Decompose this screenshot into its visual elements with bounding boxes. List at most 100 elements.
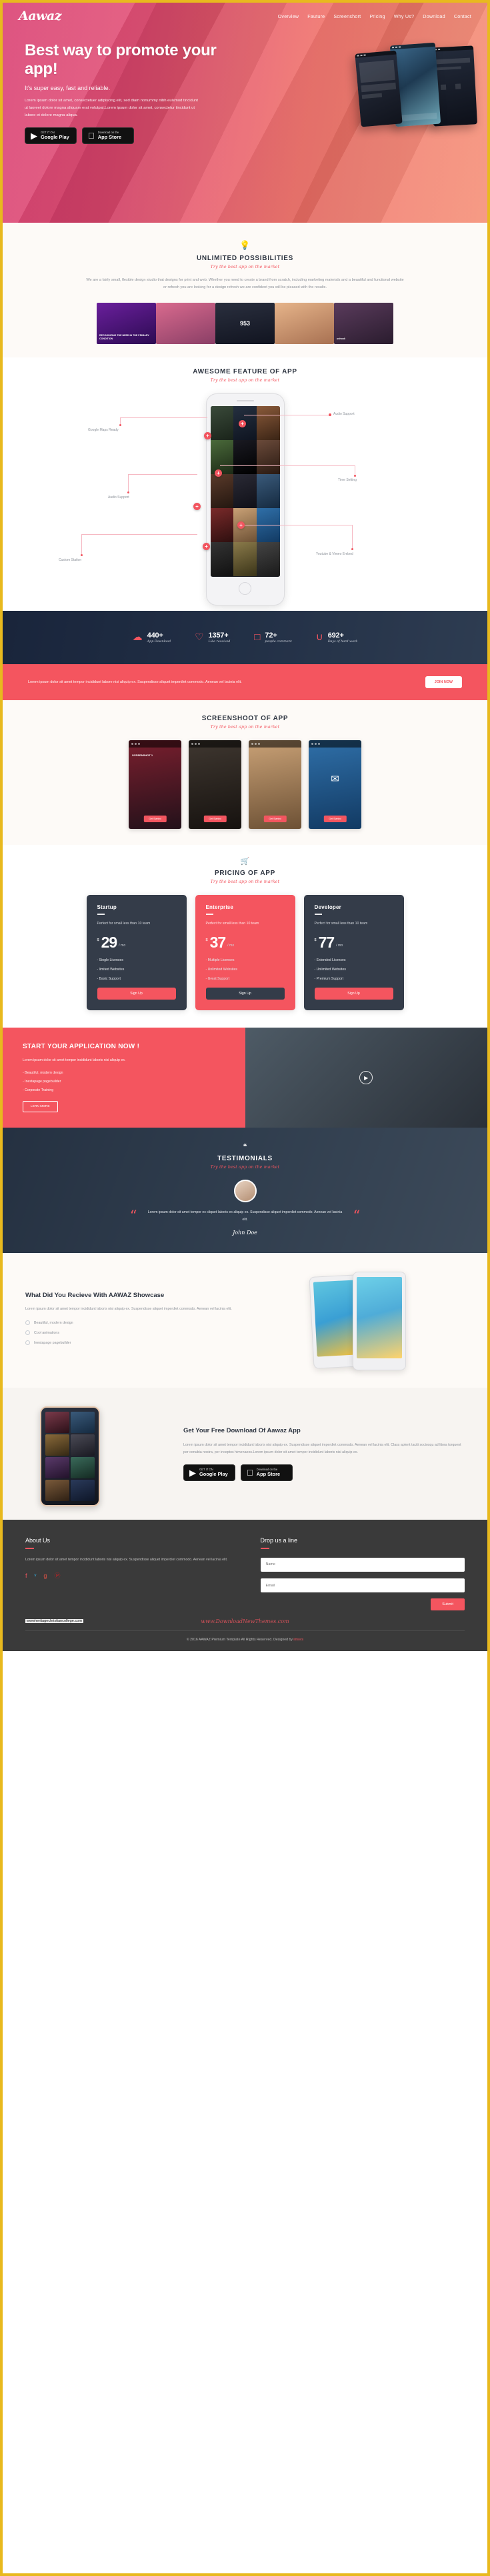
plan-feature-1-3: - Basic Support <box>97 977 121 982</box>
free-download-store-buttons: ▶ GET IT ON Google Play  Download on th… <box>183 1464 465 1482</box>
counter-value-2: 1357+ <box>208 631 229 639</box>
nav-item-download[interactable]: Download <box>423 13 445 19</box>
plan-feature-3-2: - Unlimited Websites <box>314 968 346 972</box>
site-footer: About Us Lorem ipsum dolor sit amet temp… <box>3 1520 487 1652</box>
screenshot-item-1[interactable]: SCREENSHOT 1 Get Started <box>129 740 181 829</box>
pricing-subtitle: Try the best app on the market <box>210 879 280 884</box>
free-download-section: Get Your Free Download Of Aawaz App Lore… <box>3 1388 487 1520</box>
footer-columns: About Us Lorem ipsum dolor sit amet temp… <box>25 1537 465 1611</box>
start-feature-2: - Inestapage pagebuilder <box>23 1079 61 1084</box>
site-url-overlay: wwwheritagechristiancollege.com <box>25 1619 84 1624</box>
heart-icon: ♡ <box>195 631 204 643</box>
app-store-big-label: App Store <box>91 134 121 141</box>
counter-value-1: 440+ <box>147 631 163 639</box>
signup-button-startup[interactable]: Sign Up <box>97 988 176 1000</box>
plan-amount-3: 77 <box>318 933 335 951</box>
counter-label-2: Like received <box>208 639 231 643</box>
testimonial-author: John Doe <box>233 1230 257 1236</box>
plan-period-2: / mo <box>227 944 235 948</box>
email-field[interactable] <box>260 1578 465 1593</box>
play-icon[interactable]: ▶ <box>359 1071 373 1085</box>
free-google-play-button[interactable]: ▶ GET IT ON Google Play <box>183 1464 235 1482</box>
designer-link[interactable]: iimovs <box>293 1638 303 1642</box>
footer-contact-column: Drop us a line Submit <box>260 1537 465 1611</box>
feature-label-time-setting: Time Setting <box>338 477 357 482</box>
feature-marker-2[interactable]: + <box>239 419 246 427</box>
testimonial-quote: Lorem ipsum dolor sit amet tempor ex cli… <box>147 1210 343 1222</box>
screenshot-button-4[interactable]: Get Started <box>323 815 347 822</box>
plan-desc-enterprise: Perfect for small less than 10 team <box>205 921 259 926</box>
receive-feature-label-2: Cool animations <box>34 1330 59 1335</box>
screenshot-button-3[interactable]: Get Started <box>263 815 287 822</box>
free-app-store-button[interactable]:  Download on the App Store <box>241 1464 293 1482</box>
plan-rule-1 <box>97 913 105 915</box>
name-field[interactable] <box>260 1557 465 1572</box>
screenshot-button-2[interactable]: Get Started <box>203 815 227 822</box>
facebook-icon[interactable]: f <box>25 1573 27 1579</box>
app-store-button[interactable]:  Download on the App Store <box>82 127 134 145</box>
free-app-store-big: App Store <box>250 1471 280 1478</box>
screenshot-button-1[interactable]: Get Started <box>143 815 167 822</box>
feature-header: AWESOME FEATURE OF APP Try the best app … <box>3 368 487 383</box>
feature-marker-6[interactable]: + <box>203 542 210 550</box>
screenshot-statusbar-1 <box>129 740 181 748</box>
showcase-item-4 <box>275 302 334 344</box>
pricing-card-enterprise: Enterprise Perfect for small less than 1… <box>195 894 295 1011</box>
phone-screen <box>210 406 280 577</box>
apple-icon:  <box>247 1468 253 1477</box>
google-play-button[interactable]: ▶ GET IT ON Google Play <box>25 127 77 145</box>
free-download-heading: Get Your Free Download Of Aawaz App <box>183 1427 301 1435</box>
band-text: Lorem ipsum dolor sit amet tempor incidi… <box>28 680 242 684</box>
plan-price-startup: $ 29 / mo <box>97 934 176 950</box>
feature-marker-4[interactable]: + <box>193 502 201 510</box>
feature-label-youtube-vimeo: Youtube & Vimeo Embed <box>316 551 353 556</box>
plan-currency-1: $ <box>97 938 99 942</box>
feature-marker-1[interactable]: + <box>204 431 211 439</box>
start-application-video[interactable]: ▶ <box>245 1028 487 1128</box>
plan-desc-startup: Perfect for small less than 10 team <box>97 921 151 926</box>
footer-social-links: f ᵛ g Ⓟ <box>25 1573 230 1579</box>
learn-more-button[interactable]: LERN MORE <box>23 1100 58 1112</box>
nav-item-fauture[interactable]: Fauture <box>307 13 325 19</box>
google-plus-icon[interactable]: g <box>43 1573 47 1579</box>
feature-marker-3[interactable]: + <box>215 469 222 477</box>
pricing-cards: Startup Perfect for small less than 10 t… <box>3 894 487 1011</box>
start-features: - Beautiful, modern design - Inestapage … <box>23 1071 225 1092</box>
submit-button[interactable]: Submit <box>431 1598 465 1611</box>
showcase-item-1: RECOGNIZING THE NEED IN THE PRIMARY COND… <box>97 302 156 344</box>
join-now-band: Lorem ipsum dolor sit amet tempor incidi… <box>3 664 487 700</box>
signup-button-developer[interactable]: Sign Up <box>314 988 393 1000</box>
hero-store-buttons: ▶ GET IT ON Google Play  Download on th… <box>25 127 223 145</box>
watermark-text: www.DownloadNewThemes.com <box>201 1618 289 1625</box>
screenshot-item-2[interactable]: Get Started <box>189 740 241 829</box>
screenshot-item-4[interactable]: ✉ Get Started <box>309 740 361 829</box>
plan-currency-2: $ <box>205 938 208 942</box>
nav-item-overview[interactable]: Overview <box>278 13 299 19</box>
cloud-download-icon: ☁ <box>132 631 143 643</box>
nav-item-contact[interactable]: Contact <box>454 13 471 19</box>
plan-feature-3-1: - Extended Licenses <box>314 958 346 963</box>
free-download-text: Lorem ipsum dolor sit amet tempor incidi… <box>183 1443 461 1454</box>
cart-icon: 🛒 <box>240 857 250 866</box>
screenshot-section: SCREENSHOOT OF APP Try the best app on t… <box>3 700 487 845</box>
free-download-content: Get Your Free Download Of Aawaz App Lore… <box>183 1426 465 1482</box>
unlimited-header: 💡 UNLIMITED POSSIBILITIES Try the best a… <box>3 240 487 269</box>
screenshot-statusbar-3 <box>249 740 301 748</box>
plan-name-developer: Developer <box>314 904 341 910</box>
copyright-text: © 2016 AAWAZ Premium Template All Rights… <box>186 1638 294 1642</box>
pinterest-icon[interactable]: Ⓟ <box>54 1573 60 1579</box>
bullet-icon-2 <box>25 1330 30 1336</box>
signup-button-enterprise[interactable]: Sign Up <box>205 988 285 1000</box>
start-text: Lorem ipsum dolor sit amet tempor incidi… <box>23 1058 126 1063</box>
nav-item-pricing[interactable]: Pricing <box>369 13 385 19</box>
site-logo[interactable]: Aawaz <box>19 9 62 23</box>
screenshot-subtitle: Try the best app on the market <box>210 724 280 730</box>
nav-item-why-us[interactable]: Why Us? <box>394 13 415 19</box>
screenshot-item-3[interactable]: Get Started <box>249 740 301 829</box>
twitter-icon[interactable]: ᵛ <box>35 1573 37 1579</box>
feature-marker-5[interactable]: + <box>237 521 245 529</box>
counter-days: ∪ 692+ Days of hard work <box>316 631 358 643</box>
join-now-button[interactable]: JOIN NOW <box>425 676 462 688</box>
receive-feature-label-3: Inestapage pagebuilder <box>34 1340 71 1345</box>
nav-item-screenshort[interactable]: Screenshort <box>333 13 361 19</box>
